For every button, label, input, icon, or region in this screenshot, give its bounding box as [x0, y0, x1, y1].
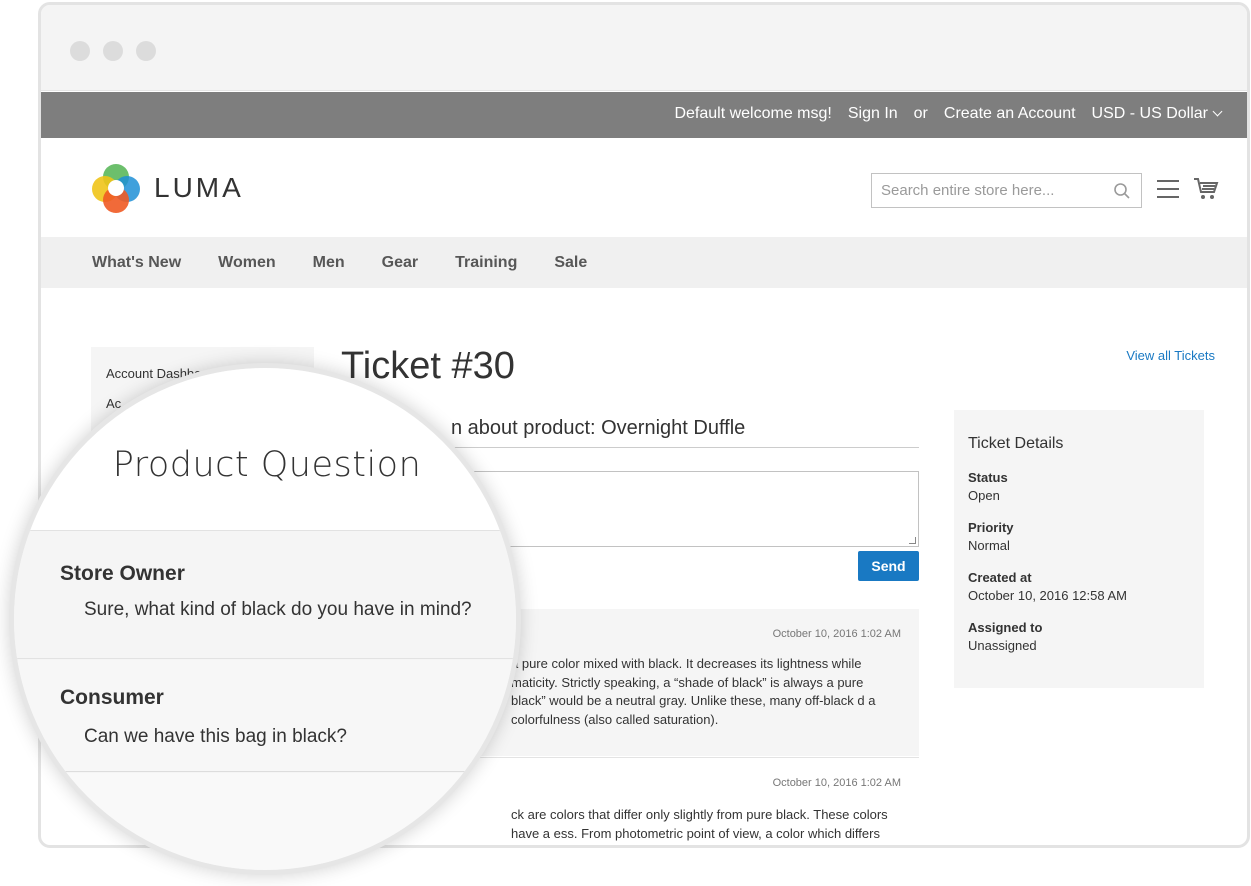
detail-created: Created at October 10, 2016 12:58 AM: [968, 569, 1190, 605]
search-input[interactable]: [872, 174, 1102, 207]
menu-icon[interactable]: [1157, 180, 1179, 204]
browser-chrome: [41, 5, 1247, 91]
create-account-link[interactable]: Create an Account: [944, 105, 1076, 123]
window-maximize-dot[interactable]: [136, 41, 156, 61]
entry-text: Can we have this bag in black?: [84, 726, 347, 747]
magnifier-footer: [14, 773, 516, 870]
magnifier-entry: Store Owner Sure, what kind of black do …: [14, 531, 516, 659]
assigned-value: Unassigned: [968, 638, 1037, 653]
luma-logo-icon: [92, 164, 140, 213]
detail-assigned: Assigned to Unassigned: [968, 619, 1190, 655]
logo-text: LUMA: [154, 172, 244, 203]
ticket-details-panel: Ticket Details Status Open Priority Norm…: [954, 410, 1204, 688]
ticket-details-heading: Ticket Details: [968, 435, 1064, 452]
status-label: Status: [968, 470, 1008, 485]
message-body: a pure color mixed with black. It decrea…: [511, 656, 876, 727]
entry-author: Consumer: [60, 686, 164, 709]
window-close-dot[interactable]: [70, 41, 90, 61]
nav-item-women[interactable]: Women: [218, 254, 275, 272]
view-all-tickets-link[interactable]: View all Tickets: [1126, 348, 1215, 363]
nav-item-sale[interactable]: Sale: [554, 254, 587, 272]
chevron-down-icon: [1212, 106, 1223, 117]
logo[interactable]: LUMA: [92, 162, 244, 214]
window-minimize-dot[interactable]: [103, 41, 123, 61]
search-icon[interactable]: [1113, 182, 1131, 200]
entry-text: Sure, what kind of black do you have in …: [84, 599, 472, 620]
sign-in-link[interactable]: Sign In: [848, 105, 898, 123]
priority-value: Normal: [968, 538, 1010, 553]
site-header: LUMA: [41, 138, 1247, 237]
created-label: Created at: [968, 570, 1032, 585]
created-value: October 10, 2016 12:58 AM: [968, 588, 1127, 603]
resize-handle-icon[interactable]: [909, 537, 916, 544]
send-button[interactable]: Send: [858, 551, 919, 581]
cart-icon[interactable]: [1193, 176, 1219, 202]
detail-priority: Priority Normal: [968, 519, 1190, 555]
assigned-label: Assigned to: [968, 620, 1043, 635]
top-bar: Default welcome msg! Sign In or Create a…: [41, 92, 1247, 138]
nav-item-whats-new[interactable]: What's New: [92, 254, 181, 272]
screenshot: Default welcome msg! Sign In or Create a…: [0, 0, 1251, 886]
search-box[interactable]: [871, 173, 1142, 208]
welcome-message: Default welcome msg!: [674, 105, 832, 122]
nav-item-training[interactable]: Training: [455, 254, 517, 272]
message-timestamp: October 10, 2016 1:02 AM: [772, 628, 901, 640]
nav-item-men[interactable]: Men: [313, 254, 345, 272]
or-text: or: [913, 105, 928, 122]
entry-author: Store Owner: [60, 562, 185, 585]
nav-item-gear[interactable]: Gear: [382, 254, 418, 272]
magnifier-title: Product Question: [112, 445, 422, 485]
magnifier-callout: Product Question Store Owner Sure, what …: [9, 363, 521, 875]
currency-label: USD - US Dollar: [1091, 105, 1208, 122]
main-navigation: What's New Women Men Gear Training Sale: [41, 237, 1247, 288]
magnifier-entry: Consumer Can we have this bag in black?: [14, 660, 516, 772]
priority-label: Priority: [968, 520, 1014, 535]
message-timestamp: October 10, 2016 1:02 AM: [772, 777, 901, 789]
message-body: ck are colors that differ only slightly …: [511, 807, 888, 845]
currency-switcher[interactable]: USD - US Dollar: [1091, 105, 1223, 123]
detail-status: Status Open: [968, 469, 1190, 505]
status-value: Open: [968, 488, 1000, 503]
